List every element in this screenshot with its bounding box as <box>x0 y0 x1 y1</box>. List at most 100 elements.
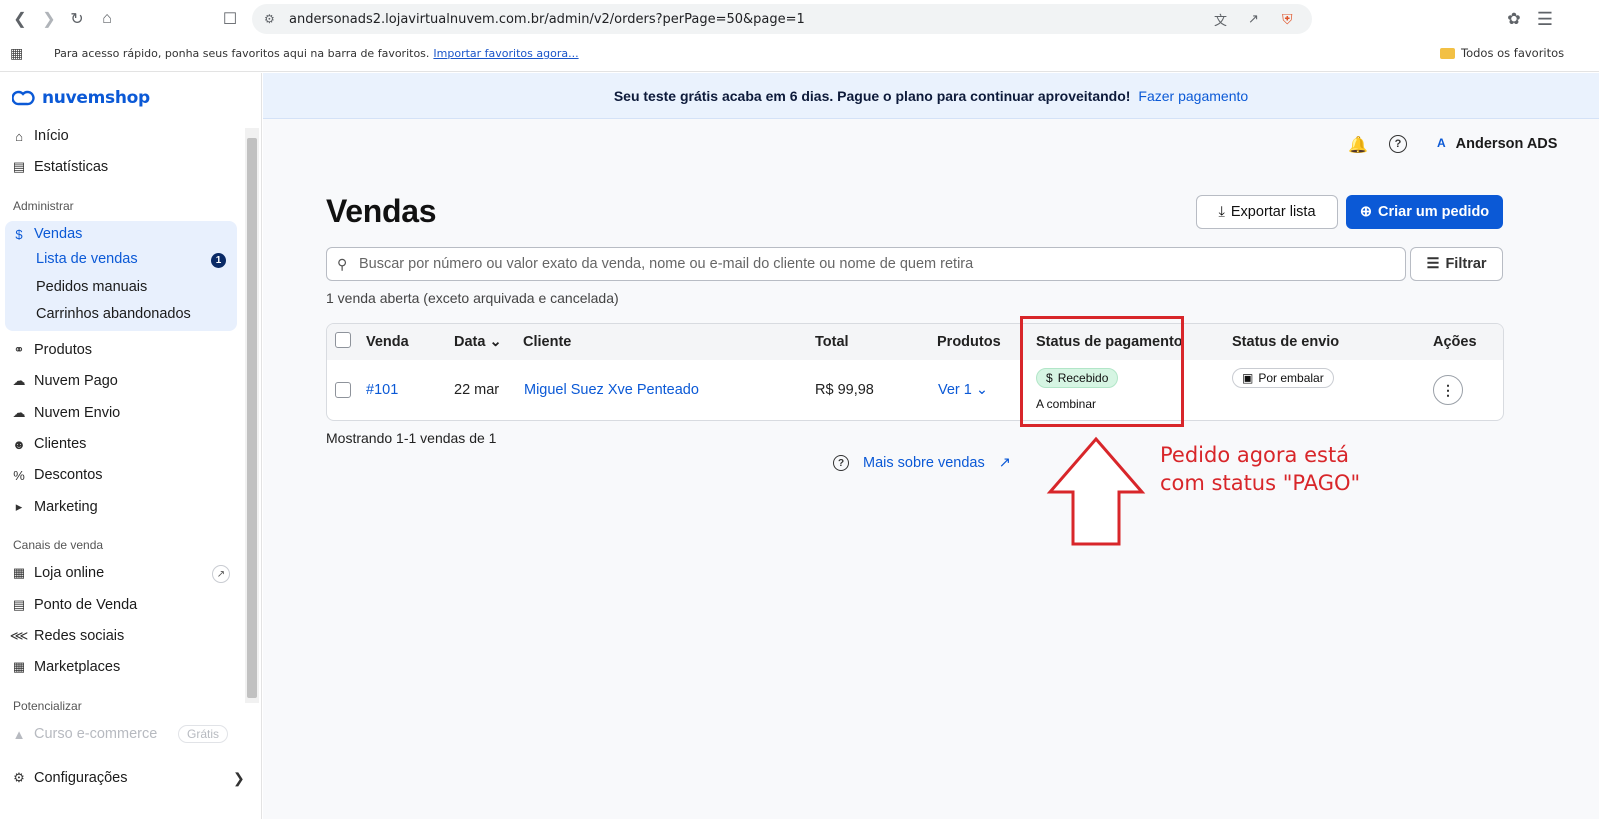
help-icon: ? <box>833 455 849 471</box>
bookmarks-tip: Para acesso rápido, ponha seus favoritos… <box>54 47 579 60</box>
sidebar-scrollbar[interactable] <box>245 128 259 703</box>
url-text: andersonads2.lojavirtualnuvem.com.br/adm… <box>289 11 805 27</box>
help-icon[interactable]: ? <box>1389 135 1407 153</box>
trial-message: Seu teste grátis acaba em 6 dias. Pague … <box>613 87 1131 104</box>
annotation-text: Pedido agora está com status "PAGO" <box>1160 443 1361 495</box>
page-title: Vendas <box>326 193 437 229</box>
browser-toolbar: ❮ ❯ ↻ ⌂ ☐ ⚙ andersonads2.lojavirtualnuve… <box>0 0 1599 38</box>
th-produtos: Produtos <box>937 334 1001 350</box>
sidebar: nuvemshop ⌂ Início ▤ Estatísticas Administ… <box>0 73 262 819</box>
address-bar[interactable]: ⚙ andersonads2.lojavirtualnuvem.com.br/a… <box>252 4 1312 34</box>
forward-icon[interactable]: ❯ <box>39 9 59 29</box>
gear-icon: ⚙ <box>13 770 25 785</box>
sidebar-item-redes-sociais[interactable]: ⋘ Redes sociais <box>9 628 125 644</box>
more-about-sales[interactable]: ? Mais sobre vendas ↗ <box>833 455 1011 471</box>
back-icon[interactable]: ❮ <box>10 9 30 29</box>
orders-table: Venda Data ⌄ Cliente Total Produtos Stat… <box>326 323 1504 421</box>
payment-link[interactable]: Fazer pagamento <box>1138 88 1248 104</box>
filter-button[interactable]: ☰ Filtrar <box>1410 247 1503 281</box>
sidebar-item-inicio[interactable]: ⌂ Início <box>12 128 69 144</box>
client-link[interactable]: Miguel Suez Xve Penteado <box>524 382 699 398</box>
logo[interactable]: nuvemshop <box>12 88 150 108</box>
bookmark-icon[interactable]: ☐ <box>220 9 240 29</box>
megaphone-icon: ▸ <box>15 499 23 514</box>
sidebar-item-vendas[interactable]: $ Vendas <box>12 226 82 242</box>
sidebar-item-curso[interactable]: ▲ Curso e-commerce <box>12 726 158 742</box>
all-bookmarks[interactable]: Todos os favoritos <box>1440 46 1564 60</box>
sidebar-item-configuracoes[interactable]: ⚙ Configurações <box>12 770 127 786</box>
shipping-status-badge: ▣ Por embalar <box>1232 368 1334 388</box>
free-badge: Grátis <box>178 725 229 743</box>
avatar: A <box>1437 136 1446 150</box>
sidebar-item-descontos[interactable]: % Descontos <box>12 467 102 483</box>
sidebar-subitem-carrinhos[interactable]: Carrinhos abandonados <box>36 306 191 322</box>
scrollbar-thumb[interactable] <box>247 138 257 698</box>
trial-banner: Seu teste grátis acaba em 6 dias. Pague … <box>263 73 1599 119</box>
sidebar-item-marketplaces[interactable]: ▦ Marketplaces <box>12 659 120 675</box>
main-content: Seu teste grátis acaba em 6 dias. Pague … <box>263 73 1599 819</box>
up-arrow-annotation <box>1046 436 1146 546</box>
th-data[interactable]: Data ⌄ <box>454 334 502 350</box>
order-date: 22 mar <box>454 382 500 398</box>
apps-grid-icon[interactable]: ▦ <box>10 46 23 62</box>
table-header: Venda Data ⌄ Cliente Total Produtos Stat… <box>327 324 1503 360</box>
store-icon: ▦ <box>12 565 26 580</box>
extensions-icon[interactable]: ✿ <box>1504 9 1524 29</box>
sidebar-item-clientes[interactable]: ☻ Clientes <box>12 436 86 452</box>
chevron-right-icon[interactable]: ❯ <box>233 770 245 787</box>
highlight-box <box>1020 316 1184 427</box>
sidebar-item-loja-online[interactable]: ▦ Loja online <box>12 565 104 581</box>
section-admin: Administrar <box>13 199 74 213</box>
reload-icon[interactable]: ↻ <box>67 9 87 29</box>
sidebar-item-estatisticas[interactable]: ▤ Estatísticas <box>12 159 108 175</box>
sidebar-subitem-pedidos[interactable]: Pedidos manuais <box>36 279 147 295</box>
th-acoes: Ações <box>1433 334 1477 350</box>
chevron-down-icon: ⌄ <box>489 334 502 350</box>
orders-count: 1 venda aberta (exceto arquivada e cance… <box>326 290 619 306</box>
user-menu[interactable]: A Anderson ADS <box>1437 136 1557 152</box>
bar-chart-icon: ▤ <box>12 159 26 174</box>
cloud-icon: ☁ <box>12 373 26 388</box>
import-bookmarks-link[interactable]: Importar favoritos agora... <box>433 47 578 60</box>
share-icon[interactable]: ↗ <box>1248 11 1259 27</box>
search-input[interactable]: ⚲ Buscar por número ou valor exato da ve… <box>326 247 1406 281</box>
translate-icon[interactable]: 文 <box>1214 10 1227 29</box>
sidebar-item-ponto-venda[interactable]: ▤ Ponto de Venda <box>12 597 137 613</box>
sidebar-item-nuvem-envio[interactable]: ☁ Nuvem Envio <box>12 405 121 421</box>
th-venda: Venda <box>366 334 409 350</box>
site-settings-icon[interactable]: ⚙ <box>264 12 275 26</box>
brave-shield-icon[interactable]: ⛨ <box>1282 11 1293 28</box>
percent-icon: % <box>13 467 25 483</box>
marketplace-icon: ▦ <box>12 659 26 674</box>
download-icon: ⤓ <box>1218 204 1225 220</box>
cloud-icon: ☁ <box>12 405 26 420</box>
section-canais: Canais de venda <box>13 538 104 552</box>
bookmarks-bar: ▦ Para acesso rápido, ponha seus favorit… <box>0 38 1599 72</box>
order-id-link[interactable]: #101 <box>366 382 398 398</box>
sidebar-item-produtos[interactable]: ⚭ Produtos <box>12 342 93 358</box>
users-icon: ☻ <box>12 436 26 452</box>
external-link-icon[interactable]: ↗ <box>212 565 230 583</box>
plus-circle-icon: ⊕ <box>1359 204 1372 220</box>
th-cliente: Cliente <box>523 334 572 350</box>
th-total: Total <box>815 334 849 350</box>
sidebar-item-marketing[interactable]: ▸ Marketing <box>12 499 98 515</box>
share-icon: ⋘ <box>9 628 29 643</box>
sidebar-subitem-lista[interactable]: Lista de vendas <box>36 251 138 267</box>
products-dropdown[interactable]: Ver 1 ⌄ <box>938 382 988 398</box>
home-icon[interactable]: ⌂ <box>97 9 117 29</box>
pagination-info: Mostrando 1-1 vendas de 1 <box>326 430 497 446</box>
create-order-button[interactable]: ⊕ Criar um pedido <box>1346 195 1503 229</box>
select-all-checkbox[interactable] <box>335 332 351 348</box>
row-checkbox[interactable] <box>335 382 351 398</box>
tag-icon: ⚭ <box>13 342 25 357</box>
th-status-envio: Status de envio <box>1232 334 1340 350</box>
row-actions-button[interactable]: ⋮ <box>1433 375 1463 405</box>
section-potencializar: Potencializar <box>13 699 82 713</box>
menu-icon[interactable]: ☰ <box>1535 9 1555 29</box>
bell-icon[interactable]: 🔔 <box>1348 135 1368 155</box>
box-icon: ▣ <box>1242 371 1254 385</box>
home-icon: ⌂ <box>15 128 23 144</box>
export-button[interactable]: ⤓ Exportar lista <box>1196 195 1338 229</box>
sidebar-item-nuvem-pago[interactable]: ☁ Nuvem Pago <box>12 373 118 389</box>
